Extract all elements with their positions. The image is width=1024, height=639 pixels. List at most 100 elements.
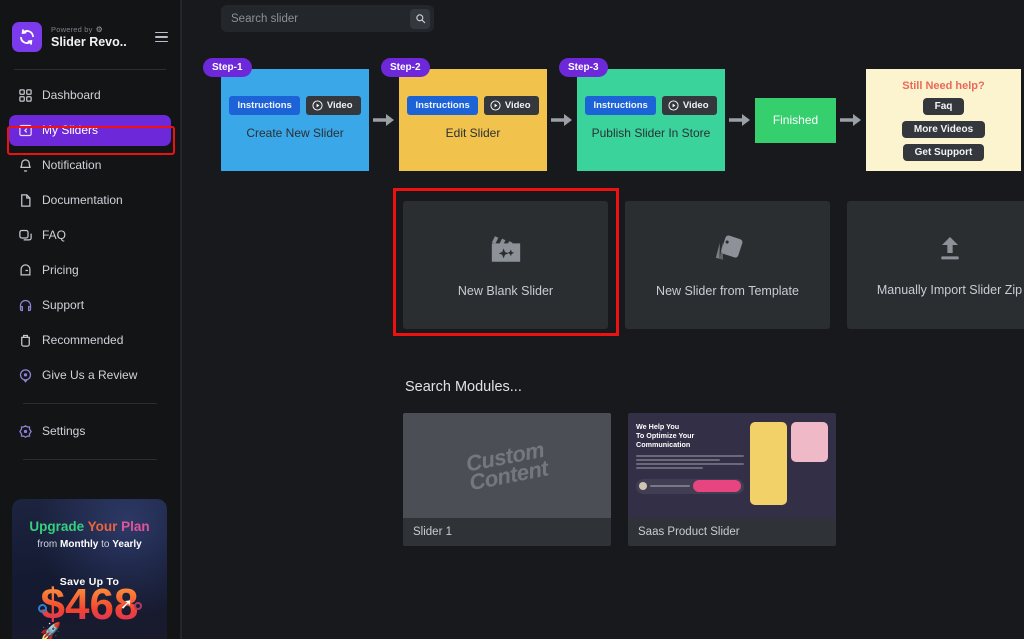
- finished-badge: Finished: [755, 97, 836, 143]
- instructions-button[interactable]: Instructions: [229, 96, 300, 115]
- step-button-row: Instructions Video: [585, 96, 717, 115]
- headset-icon: [18, 298, 33, 313]
- module-card[interactable]: Custom Content Slider 1: [403, 413, 611, 546]
- sidebar: Powered by ⚙ Slider Revo.. Dashboard My …: [0, 0, 181, 639]
- instructions-button[interactable]: Instructions: [585, 96, 656, 115]
- clapperboard-sparkle-icon: [489, 232, 523, 271]
- sidebar-item-label: Recommended: [42, 333, 124, 347]
- brand-text: Powered by ⚙ Slider Revo..: [51, 25, 148, 50]
- avatar: [639, 482, 647, 491]
- saas-left-column: We Help You To Optimize Your Communicati…: [636, 422, 744, 509]
- play-circle-icon: [668, 100, 679, 111]
- upgrade-promo-banner[interactable]: Upgrade Your Plan from Monthly to Yearly…: [12, 499, 167, 639]
- wordpress-icon: ⚙: [95, 24, 103, 34]
- module-thumbnail-custom-content: Custom Content: [403, 413, 611, 518]
- module-footer: Slider 1: [403, 518, 611, 546]
- video-button[interactable]: Video: [305, 96, 361, 115]
- sidebar-item-dashboard[interactable]: Dashboard: [9, 80, 171, 111]
- arrow-right-icon: [725, 69, 755, 171]
- promo-headline: Upgrade Your Plan: [12, 519, 167, 534]
- module-name: Slider 1: [413, 526, 452, 538]
- search-icon[interactable]: [410, 8, 430, 29]
- promo-decor-dot: [38, 604, 47, 613]
- sidebar-item-give-us-a-review[interactable]: Give Us a Review: [9, 360, 171, 391]
- sidebar-item-label: Settings: [42, 424, 86, 438]
- star-bubble-icon: [18, 368, 33, 383]
- step-title: Create New Slider: [246, 126, 344, 140]
- sidebar-item-settings[interactable]: Settings: [9, 416, 171, 447]
- sidebar-item-support[interactable]: Support: [9, 290, 171, 321]
- new-slider-from-template-card[interactable]: New Slider from Template: [625, 201, 830, 329]
- play-circle-icon: [490, 100, 501, 111]
- promo-subline-monthly: Monthly: [60, 539, 99, 550]
- brand-name: Slider Revo..: [51, 34, 127, 49]
- slider-revolution-logo: [12, 22, 42, 52]
- step-1: Step-1 Instructions Video Create New Sli…: [203, 58, 369, 171]
- video-button[interactable]: Video: [483, 96, 539, 115]
- bell-icon: [18, 158, 33, 173]
- promo-price: $468: [12, 583, 167, 627]
- new-blank-slider-card[interactable]: New Blank Slider: [403, 201, 608, 329]
- action-label: New Slider from Template: [656, 284, 799, 298]
- sidebar-item-notification[interactable]: Notification: [9, 150, 171, 181]
- manually-import-slider-zip-card[interactable]: Manually Import Slider Zip: [847, 201, 1024, 329]
- sidebar-nav: Dashboard My Sliders Notification Docume…: [0, 80, 180, 460]
- saas-cta-text-line: [650, 485, 690, 488]
- instructions-button[interactable]: Instructions: [407, 96, 478, 115]
- help-title: Still Need help?: [902, 80, 985, 92]
- step-3: Step-3 Instructions Video Publish Slider…: [559, 58, 725, 171]
- brand: Powered by ⚙ Slider Revo..: [0, 0, 180, 52]
- gear-icon: [18, 424, 33, 439]
- module-card[interactable]: We Help You To Optimize Your Communicati…: [628, 413, 836, 546]
- sidebar-divider-top: [14, 69, 166, 70]
- sidebar-item-my-sliders[interactable]: My Sliders: [9, 115, 171, 146]
- arrow-right-icon: [547, 69, 577, 171]
- photo-placeholder: [790, 422, 828, 462]
- faq-button[interactable]: Faq: [922, 98, 965, 115]
- sidebar-divider-settings: [23, 403, 157, 404]
- get-support-button[interactable]: Get Support: [902, 144, 985, 161]
- new-blank-slider-wrap: New Blank Slider: [393, 188, 619, 336]
- powered-by-row: Powered by ⚙: [51, 25, 148, 34]
- saas-cta-button: [692, 480, 741, 493]
- rocket-icon: 🚀: [40, 622, 62, 639]
- step-title: Edit Slider: [445, 126, 501, 140]
- search-input[interactable]: [221, 12, 410, 25]
- sidebar-item-label: Give Us a Review: [42, 368, 138, 382]
- sidebar-item-label: Pricing: [42, 263, 79, 277]
- sidebar-item-pricing[interactable]: Pricing: [9, 255, 171, 286]
- photo-placeholder: [749, 422, 787, 505]
- content-left-border: [181, 0, 182, 639]
- arrow-right-icon: [836, 69, 866, 171]
- template-cards-icon: [711, 232, 745, 271]
- upload-icon: [934, 233, 966, 270]
- promo-subline-yearly: Yearly: [112, 539, 142, 550]
- promo-subline-pre: from: [37, 539, 61, 550]
- step-card: Instructions Video Create New Slider: [221, 69, 369, 171]
- grid-icon: [18, 88, 33, 103]
- sidebar-item-documentation[interactable]: Documentation: [9, 185, 171, 216]
- sidebar-item-recommended[interactable]: Recommended: [9, 325, 171, 356]
- hamburger-icon[interactable]: [152, 30, 168, 44]
- sidebar-item-label: Support: [42, 298, 85, 312]
- sidebar-item-label: My Sliders: [42, 123, 99, 137]
- sidebar-item-faq[interactable]: FAQ: [9, 220, 171, 251]
- step-2: Step-2 Instructions Video Edit Slider: [381, 58, 547, 171]
- action-label: Manually Import Slider Zip: [876, 283, 1023, 297]
- video-label: Video: [682, 100, 709, 111]
- step-badge: Step-1: [203, 58, 252, 77]
- step-button-row: Instructions Video: [229, 96, 361, 115]
- saas-heading: We Help You To Optimize Your Communicati…: [636, 422, 695, 449]
- more-videos-button[interactable]: More Videos: [901, 121, 986, 138]
- sidebar-item-label: FAQ: [42, 228, 67, 242]
- arrow-right-icon: [369, 69, 399, 171]
- step-badge: Step-2: [381, 58, 430, 77]
- promo-subline: from Monthly to Yearly: [12, 539, 167, 550]
- action-label: New Blank Slider: [457, 284, 554, 298]
- video-label: Video: [326, 100, 353, 111]
- still-need-help-panel: Still Need help? Faq More Videos Get Sup…: [866, 69, 1021, 171]
- custom-content-watermark: Custom Content: [464, 436, 550, 494]
- video-button[interactable]: Video: [661, 96, 717, 115]
- play-circle-icon: [312, 100, 323, 111]
- module-footer: Saas Product Slider: [628, 518, 836, 546]
